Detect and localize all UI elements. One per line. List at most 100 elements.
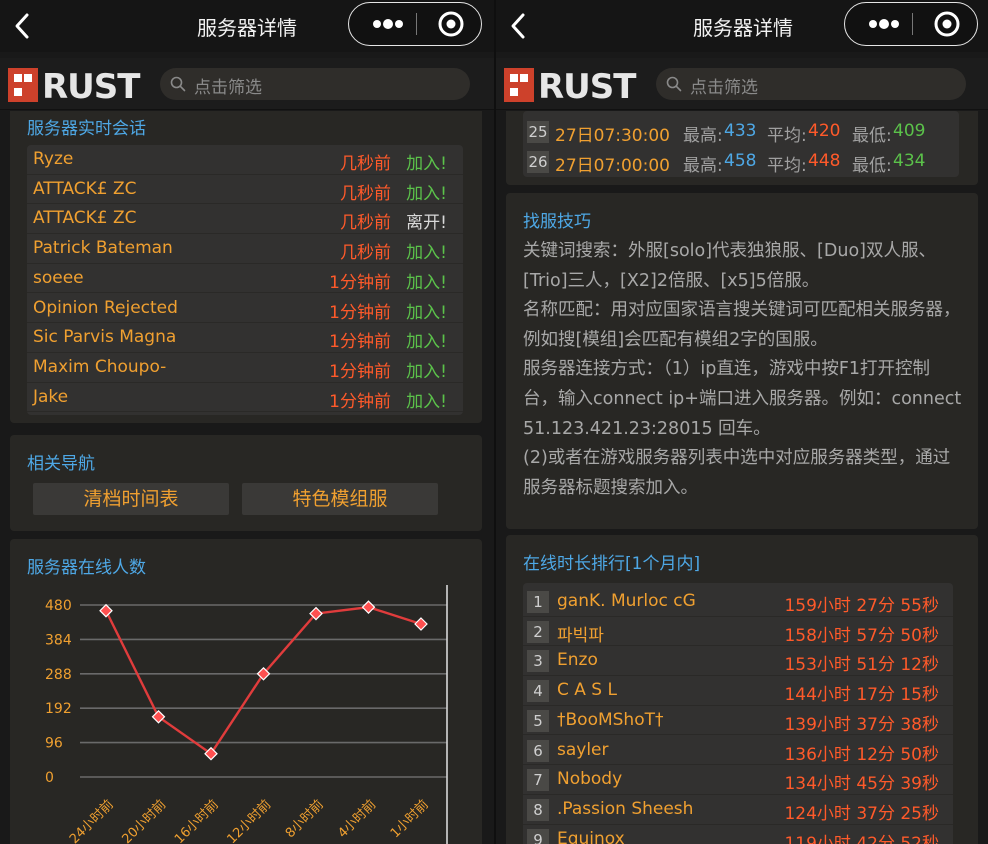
x-tick-label: 20小时前 (119, 797, 170, 844)
avg-value: 448 (808, 151, 841, 171)
rank-duration: 124小时 37分 25秒 (784, 803, 939, 824)
logo-text: RUST (42, 68, 141, 102)
y-tick-label: 480 (45, 598, 72, 614)
tip-paragraph: 关键词搜索：外服[solo]代表独狼服、[Duo]双人服、[Trio]三人，[X… (523, 241, 936, 291)
rust-logo: RUST (8, 68, 142, 102)
high-label: 最高: (683, 126, 723, 146)
stat-date: 27日07:30:00 (555, 126, 670, 146)
left-screen: 服务器详情 RUST 点击筛选 服务器实时会话 Ryze 几秒前 加入! ATT… (0, 0, 494, 844)
avg-label: 平均: (767, 126, 807, 146)
y-tick-label: 288 (45, 667, 72, 683)
session-action: 加入! (406, 332, 447, 353)
history-stats-list: 25 27日07:30:00 最高: 433 平均: 420 最低: 409 2… (523, 111, 959, 177)
ranking-row: 4 C A S L 144小时 17分 15秒 (523, 676, 953, 706)
x-tick-label: 12小时前 (224, 797, 275, 844)
search-box[interactable]: 点击筛选 (656, 68, 966, 100)
x-tick-label: 1小时前 (387, 797, 432, 842)
row-index: 25 (527, 121, 549, 143)
left-content[interactable]: 服务器实时会话 Ryze 几秒前 加入! ATTACK£ ZC 几秒前 加入! … (0, 111, 494, 844)
rust-logo: RUST (504, 68, 638, 102)
rank-index: 7 (527, 769, 549, 792)
y-tick-label: 0 (45, 770, 54, 786)
session-row: Jake 1分钟前 加入! (27, 383, 463, 413)
rank-index: 4 (527, 680, 549, 703)
sessions-list: Ryze 几秒前 加入! ATTACK£ ZC 几秒前 加入! ATTACK£ … (27, 145, 463, 415)
rank-player-name: Enzo (557, 650, 598, 671)
ranking-row: 5 †BooMShoT† 139小时 37分 38秒 (523, 706, 953, 736)
rank-player-name: C A S L (557, 680, 617, 701)
tip-paragraph: (2)或者在游戏服务器列表中选中对应服务器类型，通过服务器标题搜索加入。 (523, 448, 951, 498)
top-search-bar: RUST 点击筛选 (496, 58, 988, 110)
close-target-icon[interactable] (429, 3, 473, 44)
y-tick-label: 96 (45, 736, 63, 752)
session-time: 1分钟前 (329, 302, 391, 323)
low-label: 最低: (852, 126, 892, 146)
y-tick-label: 384 (45, 632, 72, 648)
session-time: 几秒前 (340, 243, 391, 264)
rank-duration: 158小时 57分 50秒 (784, 625, 939, 646)
tips-body: 关键词搜索：外服[solo]代表独狼服、[Duo]双人服、[Trio]三人，[X… (523, 237, 963, 503)
rank-index: 1 (527, 591, 549, 613)
low-label: 最低: (852, 156, 892, 176)
high-value: 458 (724, 151, 757, 171)
online-chart-card: 服务器在线人数 0 96 192 288 384 480 24小时前 20小时前 16小时前 12… (10, 539, 482, 844)
data-point (361, 600, 376, 614)
top-search-bar: RUST 点击筛选 (0, 58, 494, 110)
session-time: 几秒前 (340, 183, 391, 204)
rank-player-name: Equinox (557, 828, 625, 844)
session-time: 几秒前 (340, 154, 391, 174)
rank-duration: 139小时 37分 38秒 (784, 714, 939, 735)
more-dots-icon[interactable] (855, 3, 911, 44)
data-point (414, 617, 428, 631)
more-dots-icon[interactable] (359, 3, 415, 44)
ranking-row: 9 Equinox 119小时 42分 52秒 (523, 825, 953, 844)
mini-program-capsule (844, 2, 978, 46)
session-row: soeee 1分钟前 加入! (27, 264, 463, 294)
x-tick-label: 16小时前 (171, 797, 222, 844)
search-icon (170, 76, 186, 92)
modded-servers-button[interactable]: 特色模组服 (242, 483, 438, 515)
sessions-card: 服务器实时会话 Ryze 几秒前 加入! ATTACK£ ZC 几秒前 加入! … (10, 111, 482, 423)
ranking-card: 在线时长排行[1个月内] 1 ganK. Murloc cG 159小时 27分… (506, 535, 978, 844)
ranking-row: 3 Enzo 153小时 51分 12秒 (523, 646, 953, 677)
rank-player-name: 파빅파 (557, 625, 604, 646)
rank-player-name: †BooMShoT† (557, 709, 664, 730)
data-point (99, 603, 113, 618)
high-value: 433 (724, 121, 757, 141)
session-action: 离开! (406, 213, 447, 234)
avg-label: 平均: (767, 156, 807, 176)
close-target-icon[interactable] (925, 3, 969, 44)
online-line-chart: 0 96 192 288 384 480 24小时前 20小时前 16小时前 12小时前 8小时前 4… (45, 585, 448, 844)
ranking-list: 1 ganK. Murloc cG 159小时 27分 55秒 2 파빅파 15… (523, 583, 953, 844)
search-placeholder: 点击筛选 (690, 78, 758, 98)
tips-title: 找服技巧 (523, 212, 591, 232)
stat-row: 25 27日07:30:00 最高: 433 平均: 420 最低: 409 (523, 117, 959, 147)
rank-player-name: Nobody (557, 769, 623, 790)
high-label: 最高: (683, 156, 723, 176)
rank-player-name: ganK. Murloc cG (557, 591, 696, 611)
nav-bar: 服务器详情 (496, 0, 988, 52)
session-row: ATTACK£ ZC 几秒前 离开! (27, 204, 463, 235)
player-name: Jake (33, 386, 69, 407)
player-name: ATTACK£ ZC (33, 178, 137, 199)
rank-index: 3 (527, 650, 549, 673)
session-action: 加入! (406, 154, 447, 174)
rank-duration: 136小时 12分 50秒 (784, 744, 939, 765)
nav-bar: 服务器详情 (0, 0, 494, 52)
rank-duration: 144小时 17分 15秒 (784, 685, 939, 706)
right-content[interactable]: 25 27日07:30:00 最高: 433 平均: 420 最低: 409 2… (496, 111, 988, 844)
search-box[interactable]: 点击筛选 (160, 68, 470, 100)
rank-duration: 119小时 42分 52秒 (784, 833, 939, 844)
history-stats-card: 25 27日07:30:00 最高: 433 平均: 420 最低: 409 2… (506, 111, 978, 185)
tip-paragraph: 名称匹配：用对应国家语言搜关键词可匹配相关服务器，例如搜[模组]会匹配有模组2字… (523, 300, 961, 350)
player-name: Sic Parvis Magna (33, 327, 177, 348)
rank-index: 8 (527, 798, 549, 821)
rank-index: 9 (527, 828, 549, 844)
session-row: Maxim Choupo- 1分钟前 加入! (27, 353, 463, 383)
wipe-schedule-button[interactable]: 清档时间表 (33, 483, 229, 515)
ranking-row: 1 ganK. Murloc cG 159小时 27分 55秒 (523, 587, 953, 617)
session-time: 1分钟前 (329, 391, 391, 412)
capsule-divider (912, 13, 913, 35)
session-row: Ryze 几秒前 加入! (27, 145, 463, 175)
session-time: 几秒前 (340, 213, 391, 234)
